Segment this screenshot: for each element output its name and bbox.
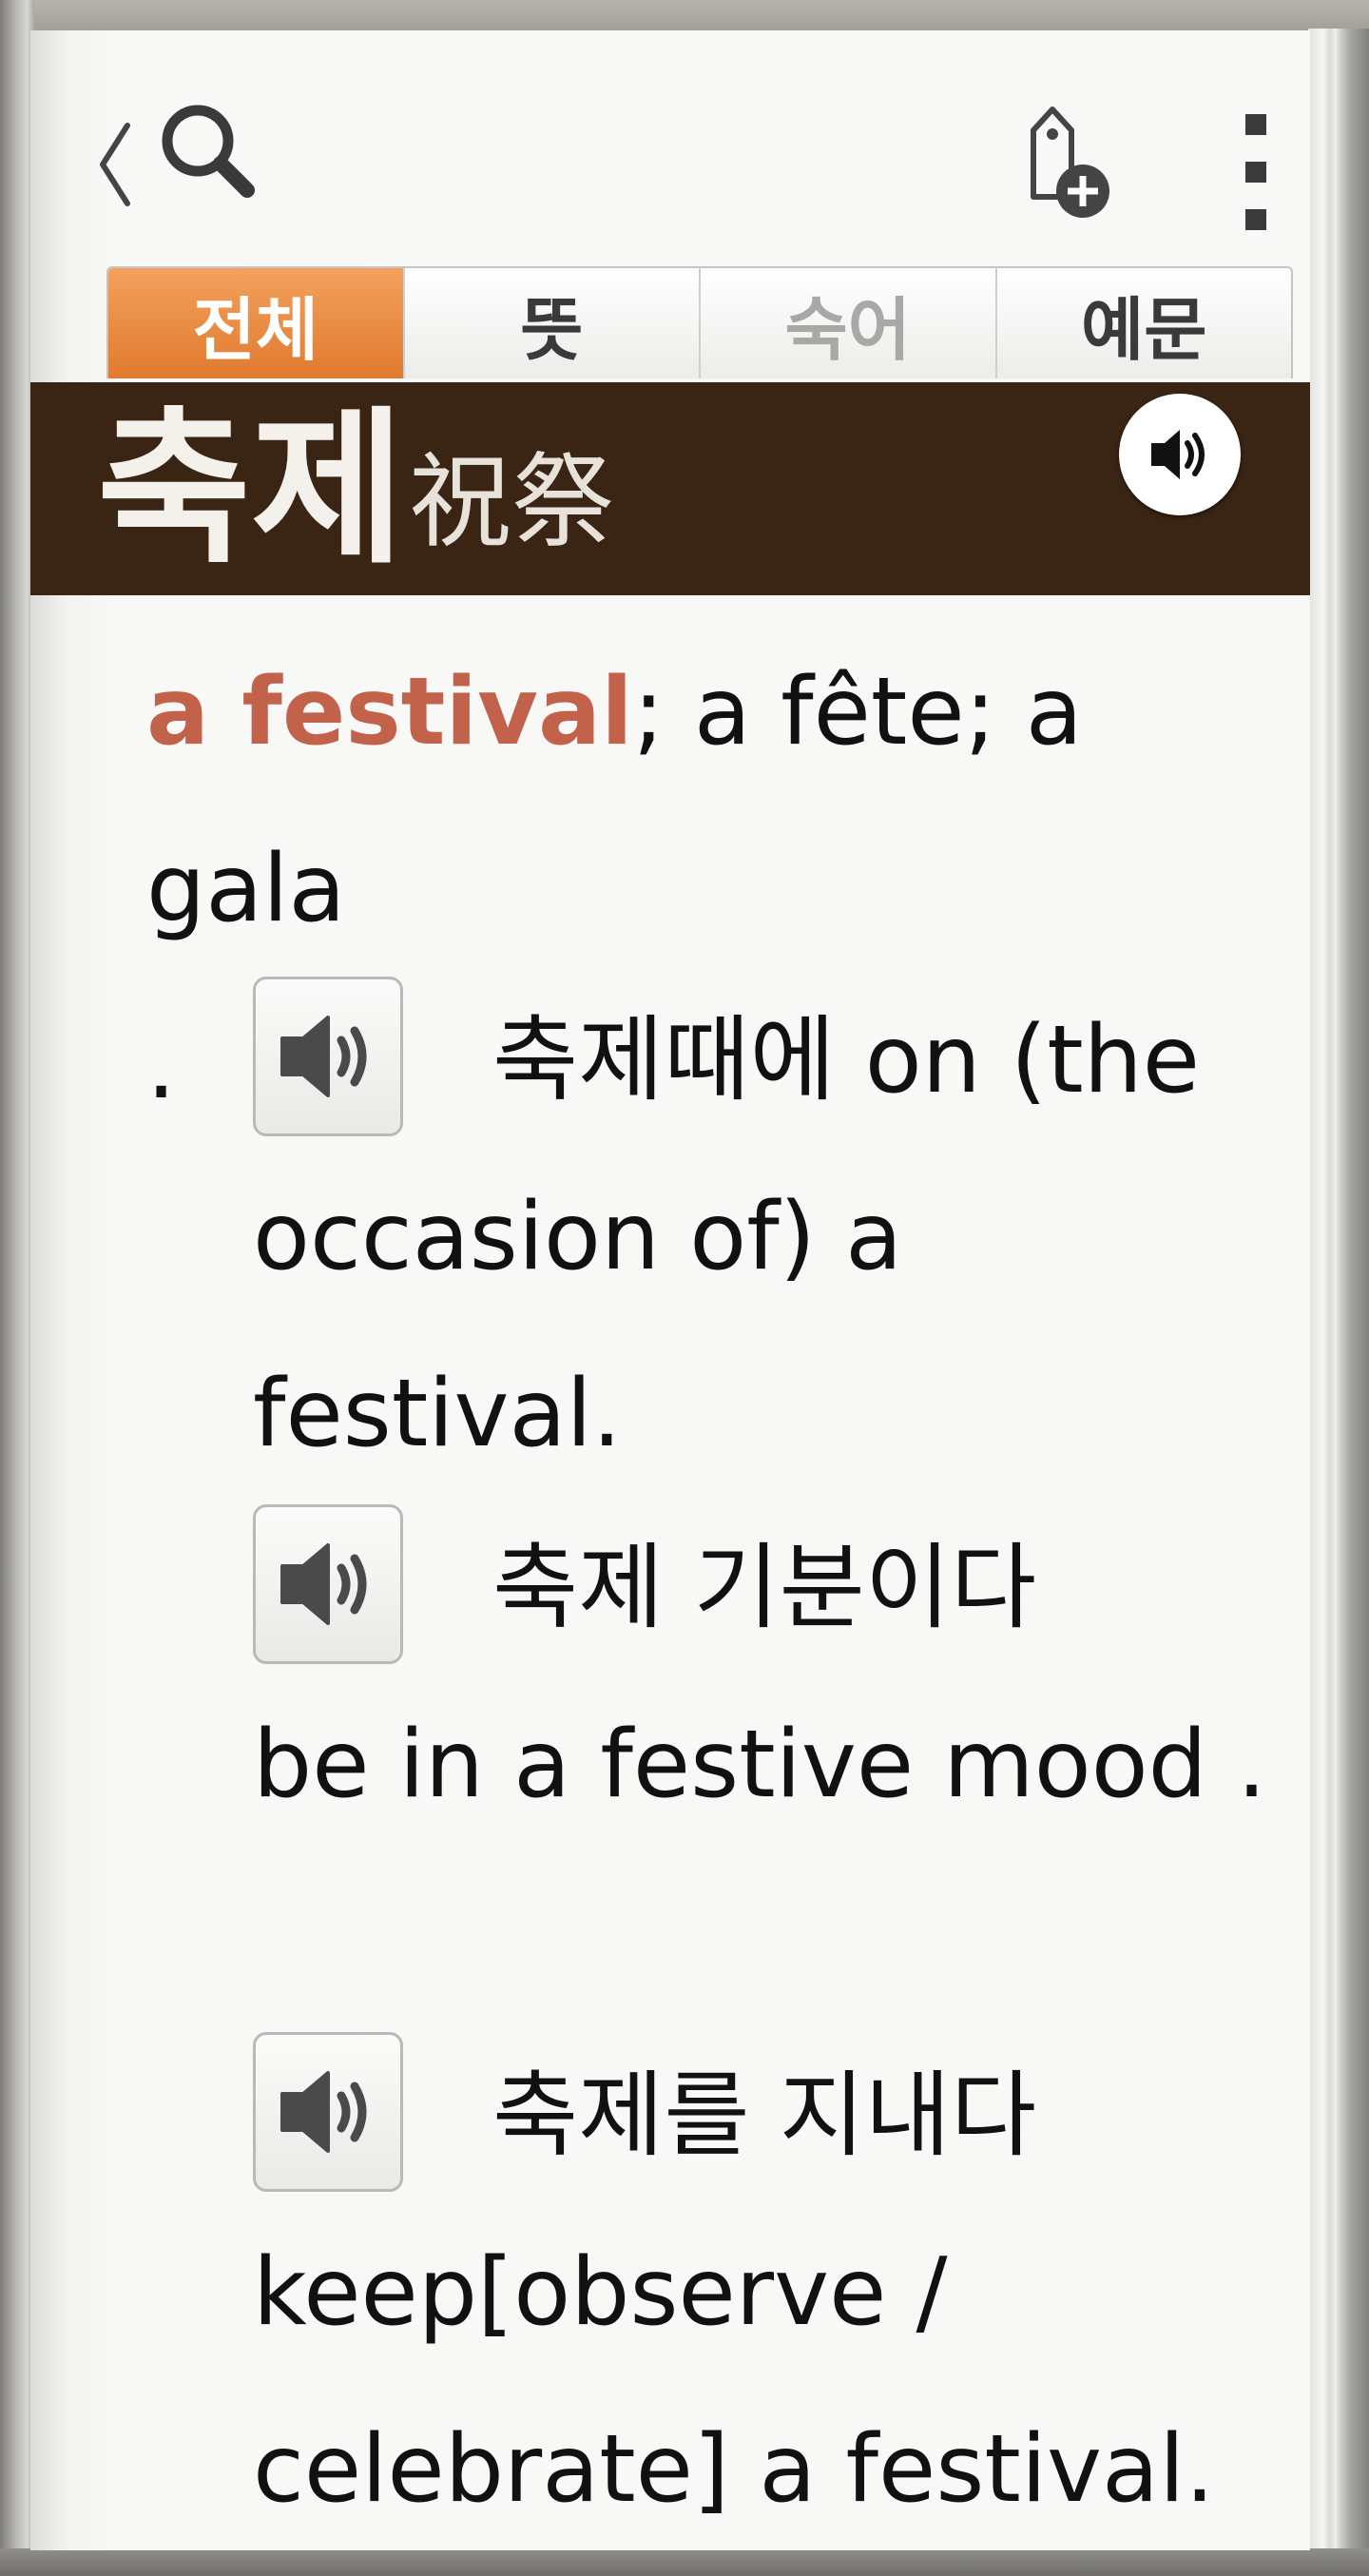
book-frame-top: [0, 0, 1369, 32]
speaker-icon: [280, 1016, 367, 1098]
example-korean: 축제를 지내다: [492, 2062, 1037, 2170]
hanja: 祝祭: [409, 443, 615, 562]
speaker-icon: [1151, 430, 1205, 479]
search-icon[interactable]: [154, 97, 259, 202]
speaker-icon: [280, 1543, 367, 1626]
example-item: 축제를 지내다 keep[observe / celebrate] a festi…: [253, 2027, 1299, 2550]
example-audio-button[interactable]: [253, 2032, 403, 2193]
example-english: be in a festive mood .: [253, 1711, 1267, 1819]
chevron-left-icon[interactable]: [95, 112, 133, 217]
toolbar: [30, 30, 1310, 259]
more-vertical-icon[interactable]: [1238, 107, 1276, 240]
tag-add-icon[interactable]: [1014, 102, 1119, 225]
section-tabs: 전체 뜻 숙어 예문: [106, 266, 1293, 378]
example-audio-button[interactable]: [253, 1504, 403, 1665]
example-korean: 축제때에: [492, 1006, 836, 1114]
book-frame-right: [1308, 29, 1369, 2576]
headword: 축제: [97, 392, 405, 587]
tab-examples[interactable]: 예문: [994, 268, 1291, 378]
pronunciation-button[interactable]: [1119, 394, 1241, 515]
example-item: 축제 기분이다 be in a festive mood .: [253, 1500, 1299, 1853]
definition-end: .: [146, 1012, 177, 1120]
headword-header: 축제 祝祭: [30, 382, 1310, 595]
example-audio-button[interactable]: [253, 977, 403, 1137]
definition-highlight: a festival: [146, 658, 633, 766]
book-frame-bottom: [0, 2548, 1369, 2576]
dictionary-page: 전체 뜻 숙어 예문 축제 祝祭 a festival; a fête; a g…: [30, 30, 1310, 2550]
tab-idioms[interactable]: 숙어: [699, 268, 995, 378]
example-item: 축제때에 on (the occasion of) a festival.: [253, 972, 1299, 1502]
example-english: keep[observe / celebrate] a festival.: [253, 2238, 1215, 2524]
speaker-icon: [280, 2071, 367, 2154]
example-korean: 축제 기분이다: [492, 1534, 1037, 1642]
tab-all[interactable]: 전체: [108, 268, 403, 378]
book-frame-left: [0, 0, 34, 2576]
tab-meaning[interactable]: 뜻: [402, 268, 699, 378]
